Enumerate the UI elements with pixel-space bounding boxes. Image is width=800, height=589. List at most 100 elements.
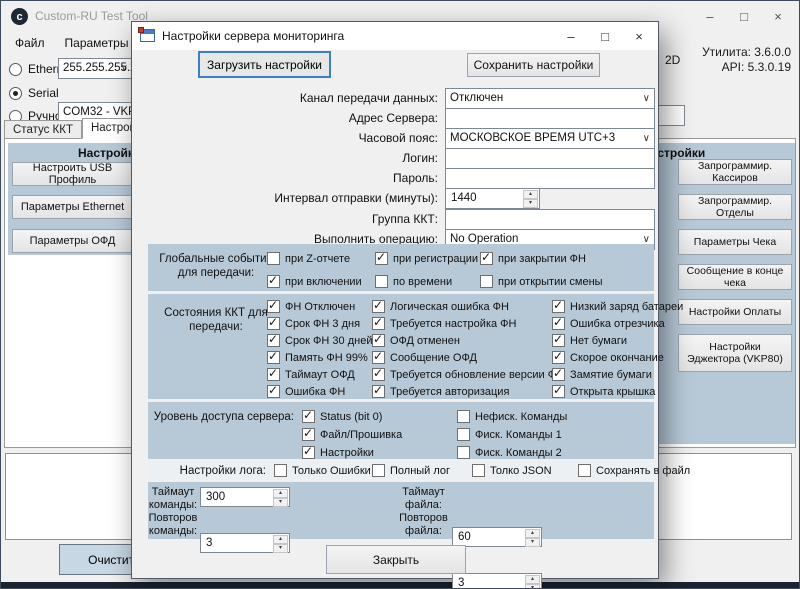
checkbox-icon[interactable]	[267, 300, 280, 313]
spinner-down-button[interactable]: ▾	[273, 498, 288, 507]
checkbox-item[interactable]: Замятие бумаги	[552, 368, 683, 381]
checkbox-item[interactable]: Логическая ошибка ФН	[372, 300, 564, 313]
kkt-group-input[interactable]	[445, 209, 655, 230]
checkbox-icon[interactable]	[457, 428, 470, 441]
checkbox-item[interactable]: при регистрации	[375, 252, 480, 265]
checkbox-item[interactable]: Ошибка ФН	[267, 385, 372, 398]
checkbox-icon[interactable]	[267, 252, 280, 265]
checkbox-icon[interactable]	[552, 385, 565, 398]
dialog-close-action-button[interactable]: Закрыть	[326, 545, 466, 574]
spinner-up-button[interactable]: ▴	[273, 535, 288, 544]
spinner-up-button[interactable]: ▴	[525, 529, 540, 538]
load-settings-button[interactable]: Загрузить настройки	[198, 51, 331, 78]
checkbox-icon[interactable]	[578, 464, 591, 477]
checkbox-item[interactable]: Сообщение ОФД	[372, 351, 564, 364]
checkbox-icon[interactable]	[457, 410, 470, 423]
checkbox-item[interactable]: при включении	[267, 275, 375, 288]
program-departments-button[interactable]: Запрограммир. Отделы	[678, 194, 792, 220]
checkbox-icon[interactable]	[372, 464, 385, 477]
checkbox-icon[interactable]	[552, 334, 565, 347]
checkbox-icon[interactable]	[267, 385, 280, 398]
checkbox-icon[interactable]	[552, 317, 565, 330]
config-usb-profile-button[interactable]: Настроить USB Профиль	[12, 162, 133, 186]
checkbox-icon[interactable]	[302, 446, 315, 459]
checkbox-item[interactable]: Срок ФН 30 дней	[267, 334, 372, 347]
checkbox-item[interactable]: Ошибка отрезчика	[552, 317, 683, 330]
file-timeout-spinner[interactable]: 60 ▴▾	[452, 527, 542, 547]
checkbox-item[interactable]: при Z-отчете	[267, 252, 375, 265]
timezone-combo[interactable]: МОСКОВСКОЕ ВРЕМЯ UTC+3 ∨	[445, 128, 655, 149]
spinner-down-button[interactable]: ▾	[525, 584, 540, 589]
ofd-params-button[interactable]: Параметры ОФД	[12, 229, 133, 253]
file-retries-spinner[interactable]: 3 ▴▾	[452, 573, 542, 589]
checkbox-icon[interactable]	[480, 275, 493, 288]
checkbox-item[interactable]: Требуется авторизация	[372, 385, 564, 398]
checkbox-item[interactable]: Полный лог	[372, 464, 472, 477]
program-cashiers-button[interactable]: Запрограммир. Кассиров	[678, 159, 792, 185]
checkbox-item[interactable]: Срок ФН 3 дня	[267, 317, 372, 330]
checkbox-icon[interactable]	[372, 351, 385, 364]
checkbox-item[interactable]: Нефиск. Команды	[457, 410, 627, 423]
checkbox-item[interactable]: ФН Отключен	[267, 300, 372, 313]
ethernet-address-combo[interactable]: 255.255.255.255 ∨	[58, 58, 133, 79]
checkbox-item[interactable]: Status (bit 0)	[302, 410, 457, 423]
checkbox-item[interactable]: Фиск. Команды 2	[457, 446, 627, 459]
cmd-timeout-spinner[interactable]: 300 ▴▾	[200, 487, 290, 507]
server-address-input[interactable]	[445, 108, 655, 129]
dialog-close-button[interactable]: ×	[622, 25, 656, 47]
checkbox-item[interactable]: Настройки	[302, 446, 457, 459]
main-minimize-button[interactable]: –	[693, 5, 727, 27]
interval-spinner[interactable]: 1440 ▴▾	[445, 188, 540, 209]
checkbox-icon[interactable]	[480, 252, 493, 265]
checkbox-item[interactable]: Таймаут ОФД	[267, 368, 372, 381]
checkbox-item[interactable]: по времени	[375, 275, 480, 288]
spinner-down-button[interactable]: ▾	[523, 199, 538, 208]
payment-settings-button[interactable]: Настройки Оплаты	[678, 299, 792, 325]
checkbox-icon[interactable]	[267, 317, 280, 330]
checkbox-icon[interactable]	[274, 464, 287, 477]
spinner-up-button[interactable]: ▴	[273, 489, 288, 498]
checkbox-item[interactable]: Требуется обновление версии ФН	[372, 368, 564, 381]
checkbox-item[interactable]: Сохранять в файл	[578, 464, 690, 477]
checkbox-icon[interactable]	[372, 300, 385, 313]
dialog-titlebar[interactable]: Настройки сервера мониторинга – □ ×	[132, 22, 658, 50]
spinner-up-button[interactable]: ▴	[525, 575, 540, 584]
checkbox-item[interactable]: Толко JSON	[472, 464, 578, 477]
checkbox-item[interactable]: Файл/Прошивка	[302, 428, 457, 441]
checkbox-icon[interactable]	[267, 275, 280, 288]
checkbox-item[interactable]: при закрытии ФН	[480, 252, 640, 265]
radio-icon[interactable]	[9, 63, 22, 76]
radio-icon[interactable]	[9, 87, 22, 100]
checkbox-item[interactable]: Требуется настройка ФН	[372, 317, 564, 330]
spinner-down-button[interactable]: ▾	[525, 538, 540, 547]
radio-serial[interactable]: Serial	[9, 83, 59, 103]
main-maximize-button[interactable]: □	[727, 5, 761, 27]
checkbox-item[interactable]: при открытии смены	[480, 275, 640, 288]
chevron-down-icon[interactable]: ∨	[643, 93, 650, 104]
checkbox-icon[interactable]	[372, 317, 385, 330]
receipt-params-button[interactable]: Параметры Чека	[678, 229, 792, 255]
main-close-button[interactable]: ×	[761, 5, 795, 27]
cmd-retries-spinner[interactable]: 3 ▴▾	[200, 533, 290, 553]
chevron-down-icon[interactable]: ∨	[643, 133, 650, 144]
dialog-minimize-button[interactable]: –	[554, 25, 588, 47]
checkbox-icon[interactable]	[372, 334, 385, 347]
checkbox-icon[interactable]	[375, 252, 388, 265]
checkbox-icon[interactable]	[552, 351, 565, 364]
checkbox-item[interactable]: ОФД отменен	[372, 334, 564, 347]
checkbox-icon[interactable]	[267, 334, 280, 347]
chevron-down-icon[interactable]: ∨	[121, 63, 128, 74]
checkbox-icon[interactable]	[552, 368, 565, 381]
checkbox-item[interactable]: Фиск. Команды 1	[457, 428, 627, 441]
checkbox-icon[interactable]	[457, 446, 470, 459]
dialog-maximize-button[interactable]: □	[588, 25, 622, 47]
checkbox-icon[interactable]	[302, 410, 315, 423]
password-input[interactable]	[445, 168, 655, 189]
checkbox-icon[interactable]	[372, 368, 385, 381]
spinner-down-button[interactable]: ▾	[273, 544, 288, 553]
receipt-end-message-button[interactable]: Сообщение в конце чека	[678, 264, 792, 290]
ethernet-params-button[interactable]: Параметры Ethernet	[12, 195, 133, 219]
checkbox-item[interactable]: Открыта крышка	[552, 385, 683, 398]
menu-item-file[interactable]: Файл	[5, 33, 55, 55]
checkbox-icon[interactable]	[372, 385, 385, 398]
